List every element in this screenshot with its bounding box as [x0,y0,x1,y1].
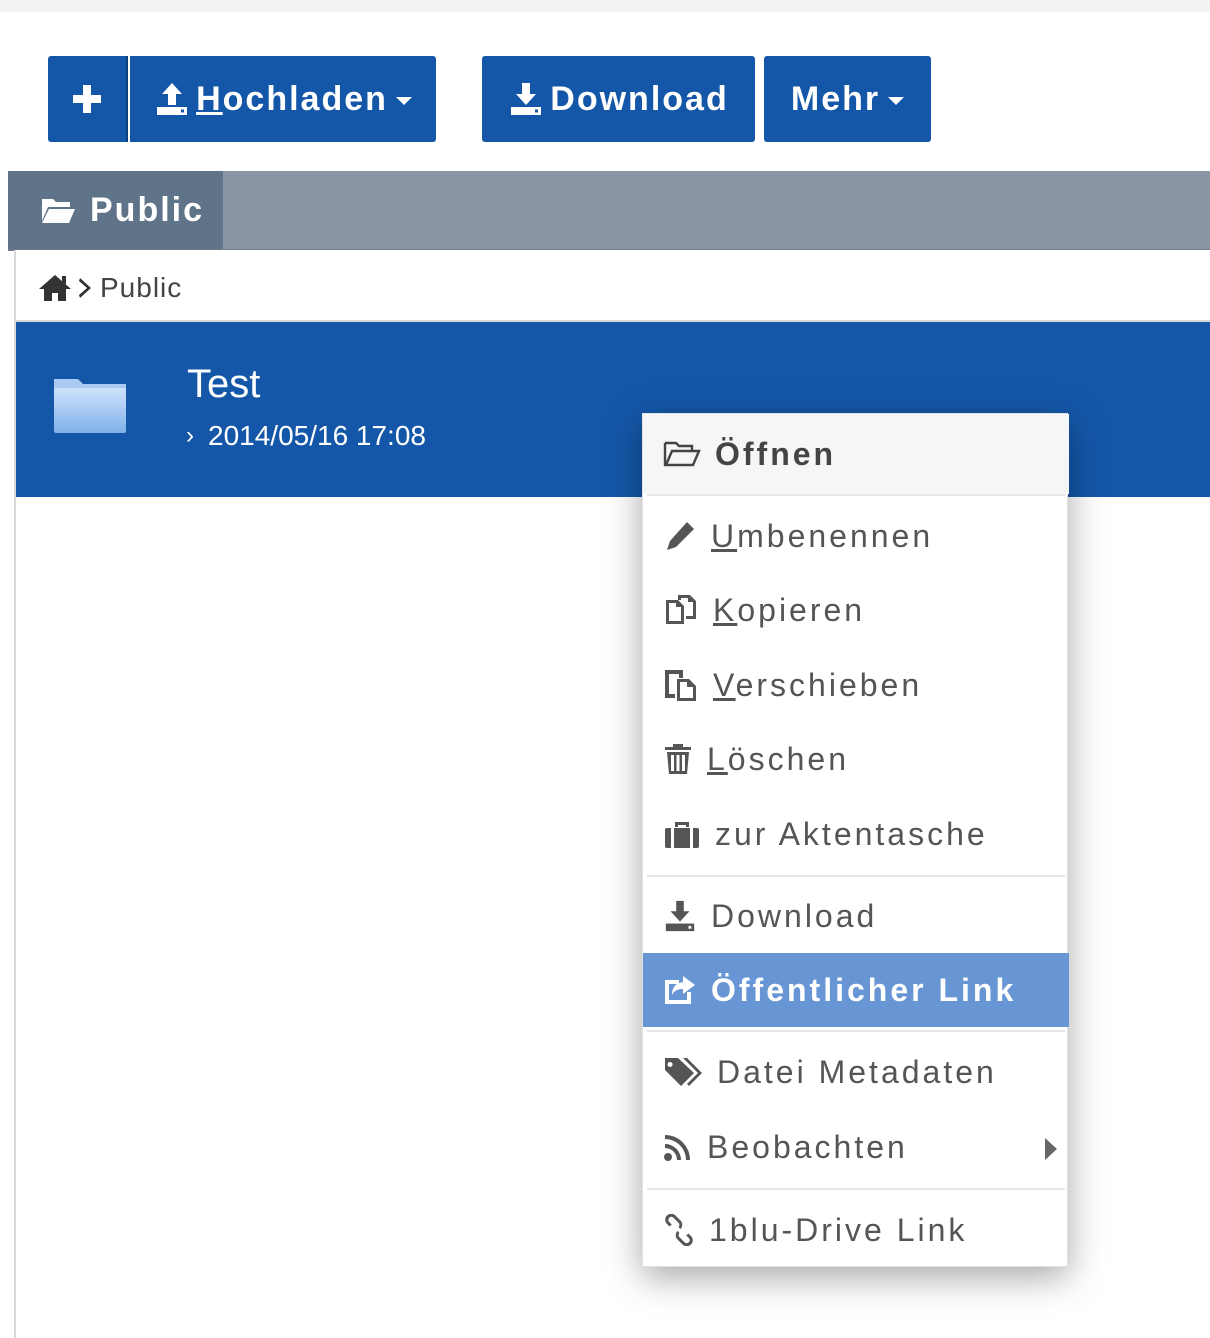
tab-public[interactable]: Public [8,171,223,249]
folder-open-outline-icon [663,441,701,467]
folder-icon [54,379,126,433]
rss-icon [664,1135,690,1161]
menu-item-label: 1blu-Drive Link [709,1211,968,1248]
briefcase-icon [665,822,699,848]
file-meta: › 2014/05/16 17:08 [186,420,426,452]
link-icon [665,1214,693,1246]
menu-divider [647,875,1065,877]
more-button[interactable]: Mehr [764,56,931,142]
top-strip [0,0,1210,12]
menu-item-label: Kopieren [713,591,866,628]
menu-item-label: Öffnen [715,435,837,472]
download-button[interactable]: Download [482,56,755,142]
menu-item-copy[interactable]: Kopieren [643,573,1069,647]
caret-right-icon [1045,1138,1057,1160]
home-icon[interactable] [38,273,72,303]
chevron-right-icon: › [186,422,194,449]
download-label: Download [550,79,729,118]
download-icon [665,900,695,932]
menu-item-label: Öffentlicher Link [711,971,1017,1008]
breadcrumb: Public [38,268,182,308]
menu-item-label: Löschen [707,740,849,777]
file-name[interactable]: Test [187,362,260,407]
menu-item-drive-link[interactable]: 1blu-Drive Link [643,1193,1069,1267]
tags-icon [665,1058,702,1086]
menu-item-label: Datei Metadaten [717,1053,997,1090]
more-label: Mehr [790,79,881,118]
context-menu: Öffnen Umbenennen Kopieren Verschieben L… [642,413,1069,1267]
plus-icon [73,85,101,113]
menu-item-metadata[interactable]: Datei Metadaten [643,1035,1069,1109]
menu-item-delete[interactable]: Löschen [643,722,1069,796]
menu-divider [647,1030,1065,1032]
menu-item-watch[interactable]: Beobachten [643,1110,1069,1184]
add-button[interactable] [48,56,128,142]
upload-label: Hochladen [196,79,388,118]
menu-divider [647,1188,1065,1190]
breadcrumb-current[interactable]: Public [100,272,182,304]
trash-icon [665,744,691,774]
menu-item-briefcase[interactable]: zur Aktentasche [643,797,1069,871]
menu-item-move[interactable]: Verschieben [643,648,1069,722]
menu-item-public-link[interactable]: Öffentlicher Link [643,953,1069,1027]
menu-item-open[interactable]: Öffnen [643,414,1069,494]
menu-item-label: zur Aktentasche [715,815,988,852]
menu-item-rename[interactable]: Umbenennen [643,499,1069,573]
menu-item-label: Beobachten [707,1128,908,1165]
upload-button[interactable]: Hochladen [130,56,436,142]
chevron-down-icon [395,97,412,105]
menu-item-label: Verschieben [713,666,923,703]
menu-divider [647,494,1065,496]
folder-open-icon [42,199,75,223]
upload-icon [157,83,188,115]
pencil-icon [667,522,694,550]
menu-item-label: Umbenennen [711,517,934,554]
share-icon [665,976,695,1004]
tab-label: Public [90,190,205,229]
menu-item-download[interactable]: Download [643,879,1069,953]
copy-icon [666,595,696,624]
chevron-down-icon [888,97,905,105]
paste-icon [665,670,696,701]
download-icon [511,83,542,115]
file-modified: 2014/05/16 17:08 [208,420,426,451]
menu-item-label: Download [711,897,878,934]
chevron-right-icon [79,278,91,298]
